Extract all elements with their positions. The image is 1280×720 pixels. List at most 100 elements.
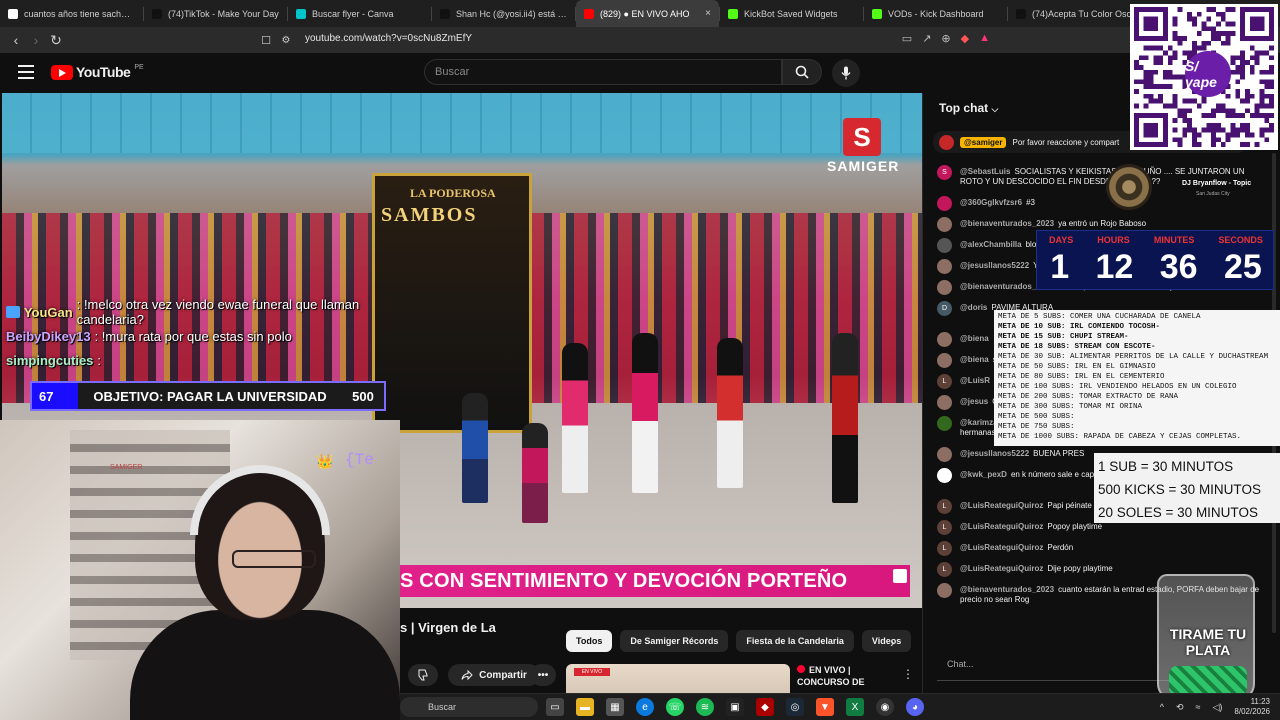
avatar[interactable]: [937, 468, 952, 483]
chat-author[interactable]: @jesus: [960, 397, 988, 406]
bookmark-icon[interactable]: ☐: [256, 30, 276, 50]
youtube-logo[interactable]: YouTube PE: [51, 64, 144, 80]
chat-author[interactable]: @doris: [960, 303, 987, 312]
discord-icon[interactable]: ◕: [906, 698, 924, 716]
game-icon[interactable]: ▣: [726, 698, 744, 716]
cast-icon[interactable]: ▭: [902, 32, 912, 45]
edge-icon[interactable]: e: [636, 698, 654, 716]
avatar[interactable]: L: [937, 499, 952, 514]
qr-module: [1148, 79, 1154, 85]
avatar[interactable]: L: [937, 562, 952, 577]
chat-author[interactable]: @LuisReateguiQuiroz: [960, 543, 1043, 552]
chat-author[interactable]: @biena: [960, 334, 989, 343]
task-view-icon[interactable]: ▭: [546, 698, 564, 716]
filter-chip[interactable]: De Samiger Récords: [620, 630, 729, 652]
brave-shield-icon[interactable]: ◆: [961, 32, 969, 45]
search-button[interactable]: [782, 59, 822, 85]
network-icon[interactable]: ⟲: [1176, 702, 1184, 713]
rate-line: 500 KICKS = 30 MINUTOS: [1098, 482, 1261, 497]
avatar[interactable]: [937, 196, 952, 211]
avatar[interactable]: [937, 332, 952, 347]
avatar[interactable]: [937, 583, 952, 598]
chat-author[interactable]: @LuisR: [960, 376, 990, 385]
avatar[interactable]: D: [937, 301, 952, 316]
filter-chip[interactable]: Videos: [861, 630, 912, 652]
kebab-menu-icon[interactable]: ⋮: [902, 667, 914, 681]
avatar[interactable]: L: [937, 374, 952, 389]
hamburger-menu-icon[interactable]: [18, 65, 34, 79]
browser-tab[interactable]: VODs - Kick Dashboard: [864, 0, 1007, 27]
chat-author[interactable]: @jesusllanos5222: [960, 449, 1029, 458]
search-icon: [795, 65, 809, 79]
file-explorer-icon[interactable]: ▬: [576, 698, 594, 716]
avatar[interactable]: [937, 238, 952, 253]
reload-icon[interactable]: ↻: [46, 30, 66, 50]
related-video-title[interactable]: EN VIVO | CONCURSO DE: [797, 664, 897, 688]
chat-author[interactable]: @bienaventurados_2023: [960, 219, 1054, 228]
share-icon[interactable]: ↗: [922, 32, 931, 45]
whatsapp-icon[interactable]: ☏: [666, 698, 684, 716]
avatar[interactable]: [937, 353, 952, 368]
taskbar-clock[interactable]: 11:23 8/02/2026: [1234, 697, 1270, 717]
chat-author[interactable]: @LuisReateguiQuiroz: [960, 501, 1043, 510]
steam-icon[interactable]: ◎: [786, 698, 804, 716]
browser-tab[interactable]: Buscar flyer - Canva: [288, 0, 431, 27]
channel-watermark-icon: [893, 569, 907, 583]
brave-rewards-icon[interactable]: ▲: [979, 32, 990, 45]
obs-icon[interactable]: ◉: [876, 698, 894, 716]
filter-chip[interactable]: Fiesta de la Candelaria: [736, 630, 854, 652]
avatar[interactable]: [937, 447, 952, 462]
chat-author[interactable]: @LuisReateguiQuiroz: [960, 522, 1043, 531]
chat-author[interactable]: @bienaventurados_2023: [960, 585, 1054, 594]
qr-module: [1264, 137, 1270, 143]
filter-chip[interactable]: Todos: [566, 630, 613, 652]
avatar[interactable]: [937, 217, 952, 232]
store-icon[interactable]: ▦: [606, 698, 624, 716]
dota-icon[interactable]: ◆: [756, 698, 774, 716]
chevron-right-icon[interactable]: ›: [890, 634, 895, 650]
brave-icon[interactable]: ▼: [816, 698, 834, 716]
forward-icon[interactable]: ›: [26, 30, 46, 50]
site-info-icon[interactable]: ⚙: [280, 30, 292, 50]
avatar[interactable]: [937, 416, 952, 431]
zoom-icon[interactable]: ⊕: [941, 32, 950, 45]
avatar[interactable]: L: [937, 520, 952, 535]
browser-tab[interactable]: KickBot Saved Widgets: [720, 0, 863, 27]
browser-tab[interactable]: (74)TikTok - Make Your Day: [144, 0, 287, 27]
clock-date: 8/02/2026: [1234, 707, 1270, 716]
volume-icon[interactable]: ◁): [1212, 702, 1222, 713]
browser-tab[interactable]: (829) ● EN VIVO AHO ×: [576, 0, 719, 27]
chat-author[interactable]: @SebastLuis: [960, 167, 1010, 176]
chat-author[interactable]: @biena: [960, 355, 989, 364]
qr-module: [1264, 79, 1270, 85]
taskbar-search[interactable]: Buscar: [400, 697, 538, 717]
avatar[interactable]: S: [937, 165, 952, 180]
more-actions-button[interactable]: •••: [530, 664, 556, 686]
browser-tab[interactable]: cuantos años tiene sachauzum: [0, 0, 143, 27]
chat-author[interactable]: @kwk_pexD: [960, 470, 1007, 479]
back-icon[interactable]: ‹: [6, 30, 26, 50]
wifi-icon[interactable]: ≈: [1196, 702, 1201, 712]
chat-message[interactable]: L @LuisReateguiQuiroz Perdón: [937, 541, 1267, 562]
avatar[interactable]: L: [937, 541, 952, 556]
browser-tab-title: Buscar flyer - Canva: [312, 8, 394, 19]
search-input[interactable]: Buscar: [424, 59, 782, 85]
avatar[interactable]: [937, 280, 952, 295]
avatar[interactable]: [937, 259, 952, 274]
chat-author[interactable]: @360Gglkvfzsr6: [960, 198, 1022, 207]
voice-search-button[interactable]: [832, 59, 860, 87]
excel-icon[interactable]: X: [846, 698, 864, 716]
share-button[interactable]: Compartir: [448, 664, 540, 686]
close-icon[interactable]: ×: [705, 8, 711, 19]
chat-author[interactable]: @LuisReateguiQuiroz: [960, 564, 1043, 573]
chat-author[interactable]: @alexChambilla: [960, 240, 1022, 249]
dislike-button[interactable]: [408, 664, 438, 686]
browser-tab[interactable]: Shan Hc (@yosi.ii4) está emitie: [432, 0, 575, 27]
url-field[interactable]: youtube.com/watch?v=0scNu8ZmEfY: [305, 33, 472, 44]
chat-mode-selector[interactable]: Top chat ⌵: [939, 101, 998, 115]
chevron-up-icon[interactable]: ^: [1160, 702, 1164, 712]
avatar[interactable]: [937, 395, 952, 410]
chat-author[interactable]: @jesusllanos5222: [960, 261, 1029, 270]
spotify-icon[interactable]: ≋: [696, 698, 714, 716]
canva-icon: [296, 8, 306, 19]
